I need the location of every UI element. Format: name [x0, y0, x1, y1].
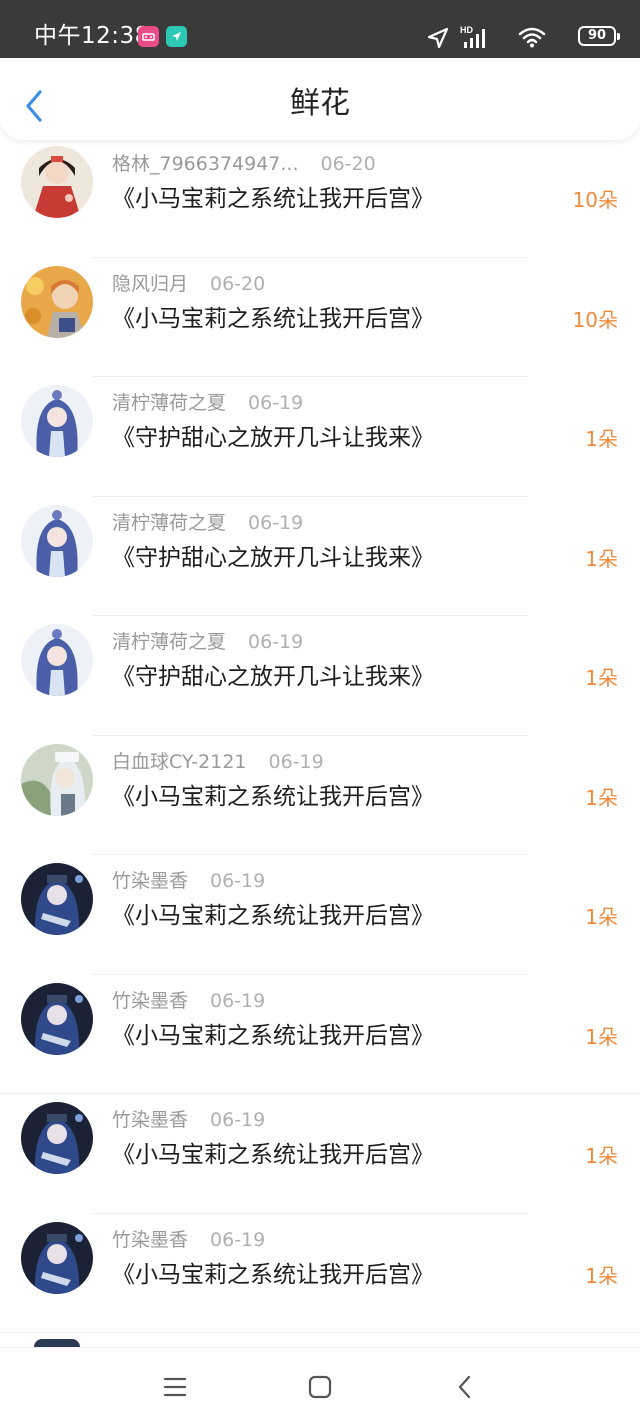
- avatar[interactable]: [21, 1221, 93, 1294]
- book-title: 《小马宝莉之系统让我开后宫》: [112, 186, 434, 212]
- page-title: 鲜花: [290, 86, 350, 121]
- book-title: 《小马宝莉之系统让我开后宫》: [112, 305, 434, 332]
- book-title: 《守护甜心之放开几斗让我来》: [112, 544, 434, 571]
- list-item[interactable]: 竹染墨香 06-19 《小马宝莉之系统让我开后宫》 1朵: [0, 1214, 640, 1333]
- avatar[interactable]: [21, 624, 93, 696]
- flower-count: 1朵: [585, 546, 618, 571]
- gift-date: 06-19: [248, 511, 304, 534]
- battery-level: 90: [587, 28, 607, 43]
- status-icons: HD 90: [426, 22, 620, 52]
- list-item[interactable]: 清柠薄荷之夏 06-19 《守护甜心之放开几斗让我来》 1朵: [0, 616, 640, 736]
- gift-date: 06-19: [210, 870, 266, 892]
- book-title: 《小马宝莉之系统让我开后宫》: [112, 1261, 434, 1288]
- gift-date: 06-20: [210, 272, 266, 295]
- book-title: 《小马宝莉之系统让我开后宫》: [112, 1022, 434, 1049]
- gift-date: 06-19: [248, 631, 304, 653]
- battery-icon: 90: [578, 26, 620, 46]
- list-item[interactable]: 格林_7966374947... 06-20 《小马宝莉之系统让我开后宫》 10朵: [0, 138, 640, 258]
- gift-date: 06-19: [248, 392, 304, 414]
- user-line: 竹染墨香 06-19: [112, 1108, 265, 1132]
- flower-count: 1朵: [585, 905, 618, 929]
- system-nav-bar: [0, 1347, 640, 1423]
- user-line: 竹染墨香 06-19: [112, 1228, 265, 1252]
- gift-date: 06-19: [210, 1109, 266, 1131]
- user-line: 竹染墨香 06-19: [112, 869, 265, 893]
- gift-date: 06-19: [210, 989, 266, 1012]
- flower-count: 1朵: [585, 1144, 618, 1168]
- user-name: 白血球CY-2121: [112, 750, 247, 773]
- svg-text:HD: HD: [460, 25, 473, 35]
- avatar[interactable]: [21, 504, 93, 577]
- flower-count: 10朵: [572, 307, 618, 332]
- divider: [0, 1332, 640, 1333]
- user-name: 清柠薄荷之夏: [112, 511, 227, 534]
- avatar[interactable]: [21, 265, 93, 338]
- user-name: 清柠薄荷之夏: [112, 392, 227, 414]
- avatar[interactable]: [21, 863, 93, 935]
- book-title: 《小马宝莉之系统让我开后宫》: [112, 783, 434, 810]
- book-title: 《小马宝莉之系统让我开后宫》: [112, 903, 434, 929]
- user-name: 竹染墨香: [112, 1109, 189, 1131]
- user-name: 竹染墨香: [112, 989, 189, 1012]
- gift-date: 06-20: [320, 153, 376, 175]
- list-item[interactable]: 竹染墨香 06-19 《小马宝莉之系统让我开后宫》 1朵: [0, 855, 640, 975]
- location-share-icon: [166, 26, 187, 47]
- avatar[interactable]: [21, 385, 93, 457]
- user-name: 格林_7966374947...: [112, 153, 299, 175]
- avatar[interactable]: [21, 146, 93, 218]
- header: 鲜花: [0, 58, 640, 140]
- book-title: 《守护甜心之放开几斗让我来》: [112, 664, 434, 690]
- user-name: 竹染墨香: [112, 1228, 189, 1251]
- gift-date: 06-19: [210, 1228, 266, 1251]
- book-title: 《小马宝莉之系统让我开后宫》: [112, 1142, 434, 1168]
- list-item[interactable]: 清柠薄荷之夏 06-19 《守护甜心之放开几斗让我来》 1朵: [0, 377, 640, 497]
- menu-icon[interactable]: [160, 1372, 190, 1402]
- list-item[interactable]: 竹染墨香 06-19 《小马宝莉之系统让我开后宫》 1朵: [0, 975, 640, 1094]
- user-line: 竹染墨香 06-19: [112, 989, 265, 1013]
- app-notification-icon: [138, 26, 159, 47]
- flower-count: 1朵: [585, 666, 618, 690]
- user-line: 隐风归月 06-20: [112, 272, 265, 296]
- list-item[interactable]: 隐风归月 06-20 《小马宝莉之系统让我开后宫》 10朵: [0, 258, 640, 377]
- book-title: 《守护甜心之放开几斗让我来》: [112, 425, 434, 451]
- user-name: 竹染墨香: [112, 870, 189, 892]
- user-line: 清柠薄荷之夏 06-19: [112, 511, 303, 535]
- user-name: 隐风归月: [112, 272, 189, 295]
- location-arrow-icon: [427, 27, 449, 49]
- status-bar: 中午12:38 HD 90: [0, 0, 640, 58]
- avatar[interactable]: [21, 1102, 93, 1174]
- list-item[interactable]: 清柠薄荷之夏 06-19 《守护甜心之放开几斗让我来》 1朵: [0, 497, 640, 616]
- avatar[interactable]: [21, 982, 93, 1055]
- list-item[interactable]: 竹染墨香 06-19 《小马宝莉之系统让我开后宫》 1朵: [0, 1094, 640, 1214]
- flower-count: 10朵: [572, 188, 618, 212]
- back-chevron-icon[interactable]: [450, 1372, 480, 1402]
- user-line: 清柠薄荷之夏 06-19: [112, 630, 303, 654]
- status-time: 中午12:38: [34, 23, 150, 49]
- user-line: 白血球CY-2121 06-19: [112, 750, 324, 774]
- flower-count: 1朵: [585, 1263, 618, 1288]
- list-item[interactable]: 白血球CY-2121 06-19 《小马宝莉之系统让我开后宫》 1朵: [0, 736, 640, 855]
- flower-count: 1朵: [585, 1024, 618, 1049]
- avatar[interactable]: [34, 1339, 80, 1347]
- flower-list: 格林_7966374947... 06-20 《小马宝莉之系统让我开后宫》 10朵…: [0, 138, 640, 1333]
- avatar[interactable]: [21, 743, 93, 816]
- wifi-icon: [518, 27, 546, 48]
- user-line: 格林_7966374947... 06-20: [112, 152, 376, 176]
- user-name: 清柠薄荷之夏: [112, 631, 227, 653]
- user-line: 清柠薄荷之夏 06-19: [112, 391, 303, 415]
- home-square-icon[interactable]: [305, 1372, 335, 1402]
- gift-date: 06-19: [268, 750, 324, 773]
- hd-signal-icon: HD: [460, 25, 485, 48]
- flower-count: 1朵: [585, 427, 618, 451]
- flower-count: 1朵: [585, 785, 618, 810]
